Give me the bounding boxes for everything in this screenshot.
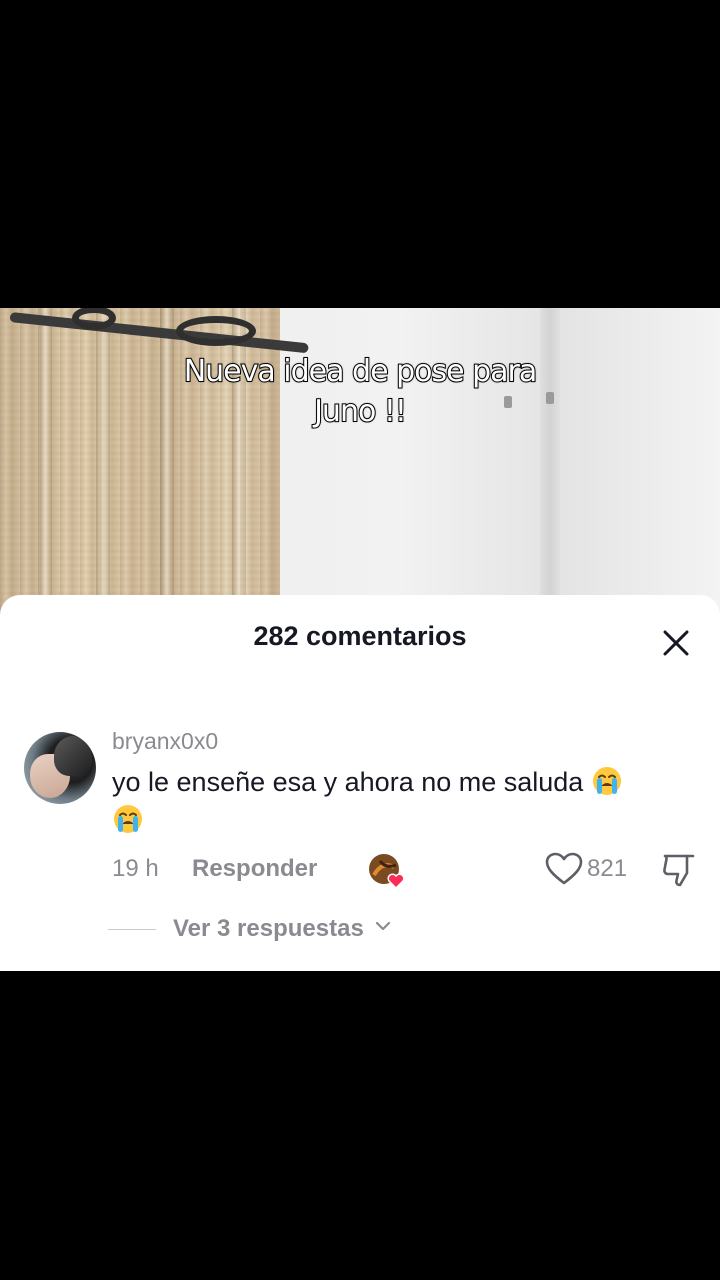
curtain-ring bbox=[176, 316, 256, 346]
close-button[interactable] bbox=[654, 623, 698, 663]
comment-body: yo le enseñe esa y ahora no me saluda bbox=[112, 763, 702, 839]
like-count: 821 bbox=[587, 855, 628, 882]
video-caption: Nueva idea de pose para Juno !! bbox=[0, 352, 720, 432]
view-replies-label: Ver 3 respuestas bbox=[173, 915, 364, 942]
heart-icon[interactable] bbox=[544, 851, 584, 887]
comments-count-title: 282 comentarios bbox=[253, 621, 467, 651]
view-replies-button[interactable]: Ver 3 respuestas bbox=[173, 915, 392, 943]
comment-timestamp: 19 h bbox=[112, 855, 159, 882]
replies-divider bbox=[108, 929, 156, 930]
comment-meta-row: 19 h Responder 821 bbox=[112, 852, 712, 890]
view-replies-row: Ver 3 respuestas bbox=[108, 913, 508, 945]
comment-username[interactable]: bryanx0x0 bbox=[112, 728, 218, 755]
avatar-hair bbox=[54, 736, 92, 776]
comments-sheet: 282 comentarios bryanx0x0 yo le enseñe e… bbox=[0, 595, 720, 971]
avatar[interactable] bbox=[24, 732, 96, 804]
video-caption-line-1: Nueva idea de pose para bbox=[183, 353, 539, 390]
screen: Nueva idea de pose para Juno !! 282 come… bbox=[0, 0, 720, 1280]
loudly-crying-face-icon bbox=[114, 805, 142, 833]
thumbs-down-icon[interactable] bbox=[660, 851, 698, 889]
chevron-down-icon bbox=[376, 921, 391, 931]
video-caption-line-2: Juno !! bbox=[313, 393, 408, 430]
close-icon bbox=[663, 630, 689, 656]
reply-button[interactable]: Responder bbox=[192, 855, 317, 883]
loudly-crying-face-icon bbox=[592, 767, 621, 795]
creator-liked-heart-icon bbox=[369, 854, 405, 890]
comment-text: yo le enseñe esa y ahora no me saluda bbox=[112, 767, 584, 797]
